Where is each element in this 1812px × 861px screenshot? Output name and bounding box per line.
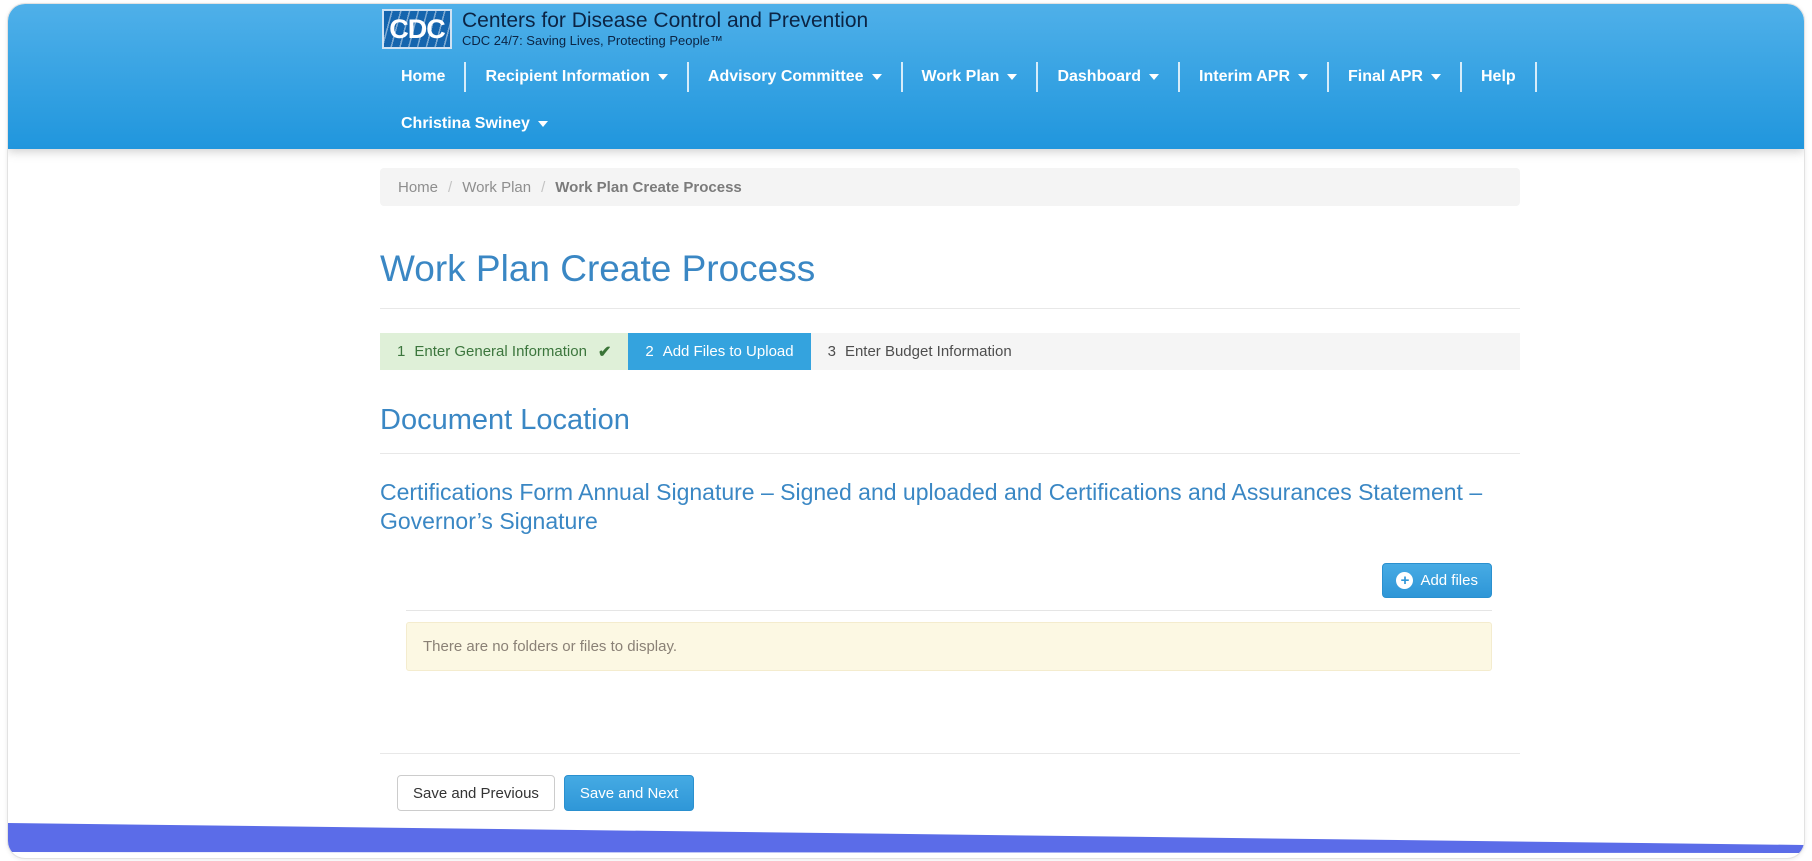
nav-item-advisory-committee[interactable]: Advisory Committee bbox=[689, 62, 901, 92]
footer-actions: Save and Previous Save and Next bbox=[397, 775, 1520, 811]
upload-toolbar: + Add files bbox=[406, 552, 1492, 611]
nav-item-final-apr[interactable]: Final APR bbox=[1329, 62, 1460, 92]
chevron-down-icon bbox=[1007, 74, 1018, 80]
chevron-down-icon bbox=[1149, 74, 1160, 80]
step-label: Enter General Information bbox=[414, 343, 587, 360]
site-header: CDC Centers for Disease Control and Prev… bbox=[8, 4, 1804, 149]
step-number: 2 bbox=[645, 343, 654, 360]
add-files-label: Add files bbox=[1420, 572, 1478, 589]
breadcrumb-link-work-plan[interactable]: Work Plan bbox=[462, 179, 531, 196]
save-and-next-button[interactable]: Save and Next bbox=[563, 775, 695, 811]
empty-files-alert: There are no folders or files to display… bbox=[406, 622, 1492, 671]
chevron-down-icon bbox=[537, 121, 548, 127]
wizard-step-3-budget-information[interactable]: 3 Enter Budget Information bbox=[810, 333, 1520, 370]
nav-item-home[interactable]: Home bbox=[382, 62, 464, 92]
step-number: 3 bbox=[827, 343, 836, 360]
cdc-logo-tagline: CDC 24/7: Saving Lives, Protecting Peopl… bbox=[462, 33, 723, 48]
add-files-button[interactable]: + Add files bbox=[1382, 563, 1492, 598]
chevron-down-icon bbox=[1298, 74, 1309, 80]
document-description: Certifications Form Annual Signature – S… bbox=[380, 479, 1483, 534]
cdc-logo-icon: CDC bbox=[382, 9, 452, 49]
nav-item-label: Work Plan bbox=[921, 68, 1000, 85]
nav-item-recipient-information[interactable]: Recipient Information bbox=[466, 62, 686, 92]
nav-item-dashboard[interactable]: Dashboard bbox=[1038, 62, 1178, 92]
chevron-down-icon bbox=[871, 74, 882, 80]
nav-item-label: Help bbox=[1480, 68, 1516, 85]
divider bbox=[380, 308, 1520, 309]
cdc-logo-title: Centers for Disease Control and Preventi… bbox=[462, 9, 869, 32]
cdc-logo: CDC Centers for Disease Control and Prev… bbox=[382, 9, 1804, 49]
nav-item-help[interactable]: Help bbox=[1462, 62, 1535, 92]
nav-item-interim-apr[interactable]: Interim APR bbox=[1180, 62, 1327, 92]
breadcrumb-separator: / bbox=[541, 178, 546, 196]
wizard-step-1-general-information[interactable]: 1 Enter General Information ✔ bbox=[380, 333, 629, 370]
save-and-previous-button[interactable]: Save and Previous bbox=[397, 775, 555, 811]
nav-item-label: Advisory Committee bbox=[707, 68, 864, 85]
app-window: CDC Centers for Disease Control and Prev… bbox=[7, 3, 1805, 859]
check-icon: ✔ bbox=[597, 343, 612, 361]
user-nav: Christina Swiney bbox=[382, 109, 1804, 139]
nav-item-label: Interim APR bbox=[1199, 68, 1291, 85]
page-title: Work Plan Create Process bbox=[380, 248, 816, 289]
user-menu[interactable]: Christina Swiney bbox=[382, 109, 567, 139]
chevron-down-icon bbox=[657, 74, 668, 80]
main-nav: Home Recipient Information Advisory Comm… bbox=[382, 62, 1804, 92]
nav-item-label: Dashboard bbox=[1057, 68, 1142, 85]
divider bbox=[380, 453, 1520, 454]
nav-item-work-plan[interactable]: Work Plan bbox=[903, 62, 1037, 92]
breadcrumb-link-home[interactable]: Home bbox=[398, 179, 438, 196]
nav-item-label: Recipient Information bbox=[485, 68, 650, 85]
step-label: Add Files to Upload bbox=[662, 343, 794, 360]
breadcrumb-current: Work Plan Create Process bbox=[555, 178, 742, 196]
wizard-step-2-add-files[interactable]: 2 Add Files to Upload bbox=[628, 333, 811, 370]
breadcrumb-separator: / bbox=[448, 178, 453, 196]
breadcrumb: Home / Work Plan / Work Plan Create Proc… bbox=[380, 168, 1520, 206]
user-menu-label: Christina Swiney bbox=[401, 115, 530, 132]
step-label: Enter Budget Information bbox=[844, 343, 1012, 360]
wizard-steps: 1 Enter General Information ✔ 2 Add File… bbox=[380, 333, 1520, 370]
divider bbox=[380, 753, 1520, 754]
plus-icon: + bbox=[1396, 572, 1414, 589]
page-content: Home / Work Plan / Work Plan Create Proc… bbox=[380, 168, 1520, 811]
nav-item-label: Final APR bbox=[1348, 68, 1423, 85]
file-upload-widget: + Add files There are no folders or file… bbox=[406, 552, 1492, 671]
cdc-logo-acronym: CDC bbox=[389, 13, 445, 44]
nav-divider bbox=[1534, 62, 1537, 92]
chevron-down-icon bbox=[1430, 74, 1441, 80]
decorative-wedge bbox=[8, 823, 1804, 853]
section-heading: Document Location bbox=[380, 404, 630, 436]
cdc-logo-text: Centers for Disease Control and Preventi… bbox=[462, 9, 868, 49]
step-number: 1 bbox=[397, 343, 406, 360]
nav-item-label: Home bbox=[401, 68, 446, 85]
